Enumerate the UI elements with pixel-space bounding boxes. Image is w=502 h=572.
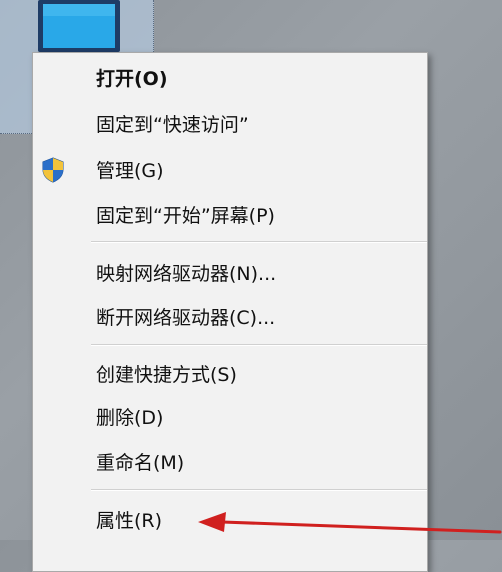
menu-item-label: 固定到“开始”屏幕(P) <box>96 204 275 227</box>
menu-item-manage[interactable]: 管理(G) <box>33 149 427 189</box>
menu-item-label: 断开网络驱动器(C)... <box>96 306 276 329</box>
menu-item-pin-quick-access[interactable]: 固定到“快速访问” <box>33 103 427 143</box>
uac-shield-icon <box>42 157 64 183</box>
menu-item-label: 映射网络驱动器(N)... <box>96 262 277 285</box>
menu-item-pin-start[interactable]: 固定到“开始”屏幕(P) <box>33 194 427 234</box>
menu-item-label: 创建快捷方式(S) <box>96 363 237 386</box>
monitor-icon[interactable] <box>34 0 124 56</box>
menu-item-label: 属性(R) <box>96 509 163 532</box>
menu-item-create-shortcut[interactable]: 创建快捷方式(S) <box>33 353 427 393</box>
context-menu: 打开(O) 固定到“快速访问” 管理(G) 固定到“开始”屏幕(P) 映射网络驱… <box>32 52 428 572</box>
red-arrow-annotation <box>198 512 502 534</box>
menu-separator <box>91 241 427 243</box>
menu-separator <box>91 489 427 491</box>
menu-item-label: 管理(G) <box>96 159 164 182</box>
menu-item-label: 打开(O) <box>96 67 168 90</box>
menu-item-disconnect-network-drive[interactable]: 断开网络驱动器(C)... <box>33 296 427 336</box>
menu-item-open[interactable]: 打开(O) <box>33 57 427 97</box>
menu-item-delete[interactable]: 删除(D) <box>33 396 427 436</box>
menu-item-label: 重命名(M) <box>96 451 185 474</box>
desktop: 打开(O) 固定到“快速访问” 管理(G) 固定到“开始”屏幕(P) 映射网络驱… <box>0 0 502 572</box>
menu-separator <box>91 344 427 346</box>
menu-item-label: 删除(D) <box>96 406 164 429</box>
menu-item-label: 固定到“快速访问” <box>96 113 249 136</box>
menu-item-map-network-drive[interactable]: 映射网络驱动器(N)... <box>33 252 427 292</box>
menu-item-rename[interactable]: 重命名(M) <box>33 441 427 481</box>
